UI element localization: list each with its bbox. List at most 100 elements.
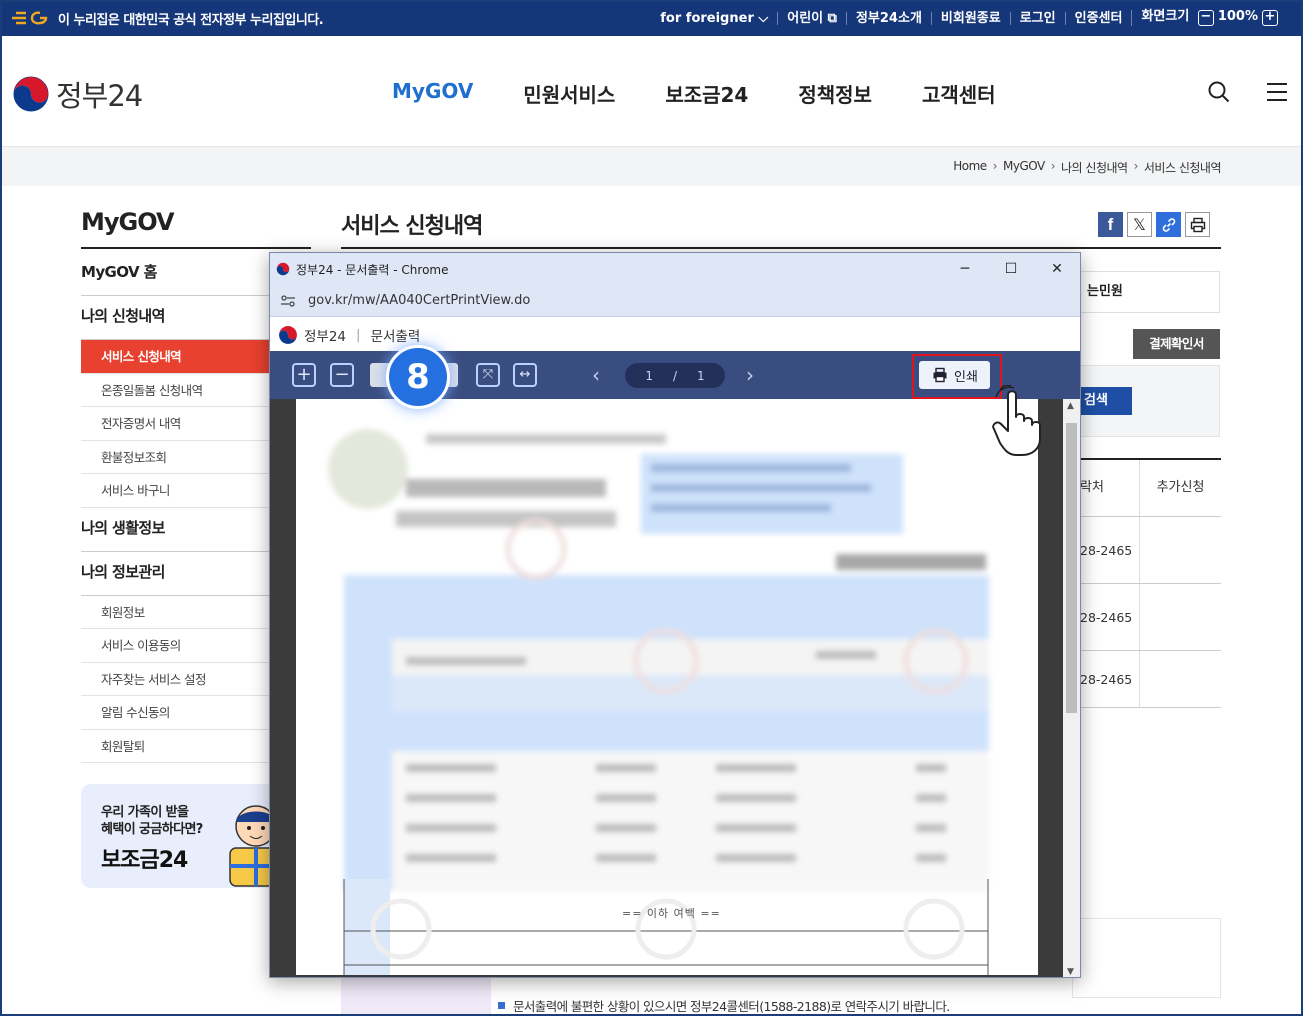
logo-text: 정부24 [56,79,143,113]
link-icon [1162,217,1175,232]
table-row: 28-2465 [1072,651,1221,708]
popup-title-bar[interactable]: 정부24 - 문서출력 - Chrome ─ ☐ ✕ [270,253,1080,285]
popup-brand-sub: 문서출력 [370,329,421,345]
facebook-icon: f [1107,214,1114,234]
filter-tab[interactable]: 는민원 [1072,271,1220,313]
pointer-hand-icon [992,385,1041,456]
nav-customer-center[interactable]: 고객센터 [922,79,996,108]
share-buttons: f 𝕏 [1098,212,1210,237]
url-text: gov.kr/mw/AA040CertPrintView.do [308,293,531,308]
nav-subsidy[interactable]: 보조금24 [665,79,748,108]
search-icon[interactable] [1207,80,1231,104]
link-label: for foreigner [660,10,754,26]
document-viewer: == 이하 여백 == [270,399,1080,977]
zoom-out-button[interactable]: − [1197,10,1214,26]
fit-width-icon[interactable]: ↔ [513,363,537,387]
breadcrumb: Home › MyGOV › 나의 신청내역 › 서비스 신청내역 [953,159,1221,176]
zoom-in-button[interactable]: + [1262,10,1278,26]
window-controls: ─ ☐ ✕ [942,253,1080,285]
link-login[interactable]: 로그인 [1009,11,1065,25]
nav-civil-service[interactable]: 민원서비스 [523,79,615,108]
link-cert-center[interactable]: 인증센터 [1064,11,1132,25]
document-table-lines [343,879,989,975]
header-icons [1207,80,1289,104]
print-highlight-box [912,354,1002,399]
link-kids[interactable]: 어린이 ⧉ [777,10,846,26]
title-divider [341,247,1221,249]
document-form-image [328,429,989,891]
maximize-icon[interactable]: ☐ [988,253,1034,285]
table-cell-contact: 28-2465 [1072,584,1140,650]
info-box [1072,918,1221,998]
banner-line2: 혜택이 궁금하다면? [101,822,203,837]
link-about[interactable]: 정부24소개 [845,11,931,25]
x-share-button[interactable]: 𝕏 [1127,212,1152,237]
payment-confirm-button[interactable]: 결제확인서 [1133,329,1220,359]
menu-icon[interactable] [1265,80,1289,104]
page-indicator: 1 / 1 [625,363,725,388]
zoom-in-icon[interactable]: + [292,363,316,387]
scrollbar-thumb[interactable] [1066,423,1077,713]
decorative-panel [341,976,491,1016]
crumb-mygov[interactable]: MyGOV [1003,159,1045,176]
scroll-down-icon[interactable]: ▼ [1067,967,1074,977]
chevron-right-icon: › [1133,159,1139,173]
screen-size-label: 화면크기 [1141,9,1190,24]
screen-size-control: 화면크기 −100% + [1131,10,1291,26]
crumb-home[interactable]: Home [953,159,987,176]
link-for-foreigner[interactable]: for foreigner ⌵ [651,12,777,25]
site-settings-icon[interactable] [280,294,296,308]
search-button[interactable]: 검색 [1072,387,1132,415]
taegeuk-logo-icon [13,76,49,112]
scroll-up-icon[interactable]: ▲ [1067,401,1074,411]
notice-text: 이 누리집은 대한민국 공식 전자정부 누리집입니다. [58,12,324,28]
address-bar[interactable]: gov.kr/mw/AA040CertPrintView.do [270,285,1080,317]
print-popup-window: 정부24 - 문서출력 - Chrome ─ ☐ ✕ gov.kr/mw/AA0… [269,252,1081,978]
column-header-contact: 락처 [1072,460,1140,516]
zoom-value: 100% [1217,9,1258,24]
page-current[interactable]: 1 [645,369,653,383]
close-icon[interactable]: ✕ [1034,253,1080,285]
table-row: 28-2465 [1072,584,1221,651]
facebook-share-button[interactable]: f [1098,212,1123,237]
column-header-additional: 추가신청 [1156,480,1205,495]
page-title: 서비스 신청내역 [341,214,483,239]
popup-brand: 정부24 [304,329,347,345]
end-of-document-text: == 이하 여백 == [622,907,721,920]
table-cell-additional [1140,651,1221,707]
official-notice: 이 누리집은 대한민국 공식 전자정부 누리집입니다. [10,0,324,36]
gov24-logo[interactable]: 정부24 [12,73,143,115]
applications-table: 락처 추가신청 28-2465 28-2465 28-2465 [1072,458,1221,708]
table-cell-contact: 28-2465 [1072,517,1140,583]
zoom-out-icon[interactable]: − [330,363,354,387]
print-page-button[interactable] [1185,212,1210,237]
minimize-icon[interactable]: ─ [942,253,988,285]
crumb-current: 서비스 신청내역 [1143,161,1222,175]
nav-policy[interactable]: 정책정보 [798,79,872,108]
utility-links: for foreigner ⌵ 어린이 ⧉ 정부24소개 비회원종료 로그인 인… [651,0,1291,36]
banner-line1: 우리 가족이 받을 [101,805,189,820]
table-cell-additional [1140,517,1221,583]
top-bar: 이 누리집은 대한민국 공식 전자정부 누리집입니다. for foreigne… [0,0,1303,36]
step-number-badge: 8 [386,345,450,409]
next-page-icon[interactable]: › [746,365,754,385]
chevron-right-icon: › [992,159,998,173]
help-note-text: 문서출력에 불편한 상황이 있으시면 정부24콜센터(1588-2188)로 연… [513,999,950,1014]
sidebar-title: MyGOV [81,208,175,236]
printer-icon [1190,217,1205,232]
sidebar-divider [81,247,311,249]
x-icon: 𝕏 [1133,215,1146,234]
link-guest-logout[interactable]: 비회원종료 [930,11,1010,25]
table-header: 락처 추가신청 [1072,460,1221,517]
viewer-scrollbar[interactable]: ▲ ▼ [1063,399,1080,977]
page-separator: / [672,368,678,383]
link-label: 어린이 [787,10,824,26]
fit-page-icon[interactable]: ⤧ [476,363,500,387]
banner-title: 보조금24 [101,848,188,873]
crumb-applications[interactable]: 나의 신청내역 [1061,159,1128,176]
prev-page-icon[interactable]: ‹ [592,365,600,385]
table-row: 28-2465 [1072,517,1221,584]
eg-logo-icon [12,11,48,25]
copy-link-button[interactable] [1156,212,1181,237]
nav-mygov[interactable]: MyGOV [392,79,473,108]
